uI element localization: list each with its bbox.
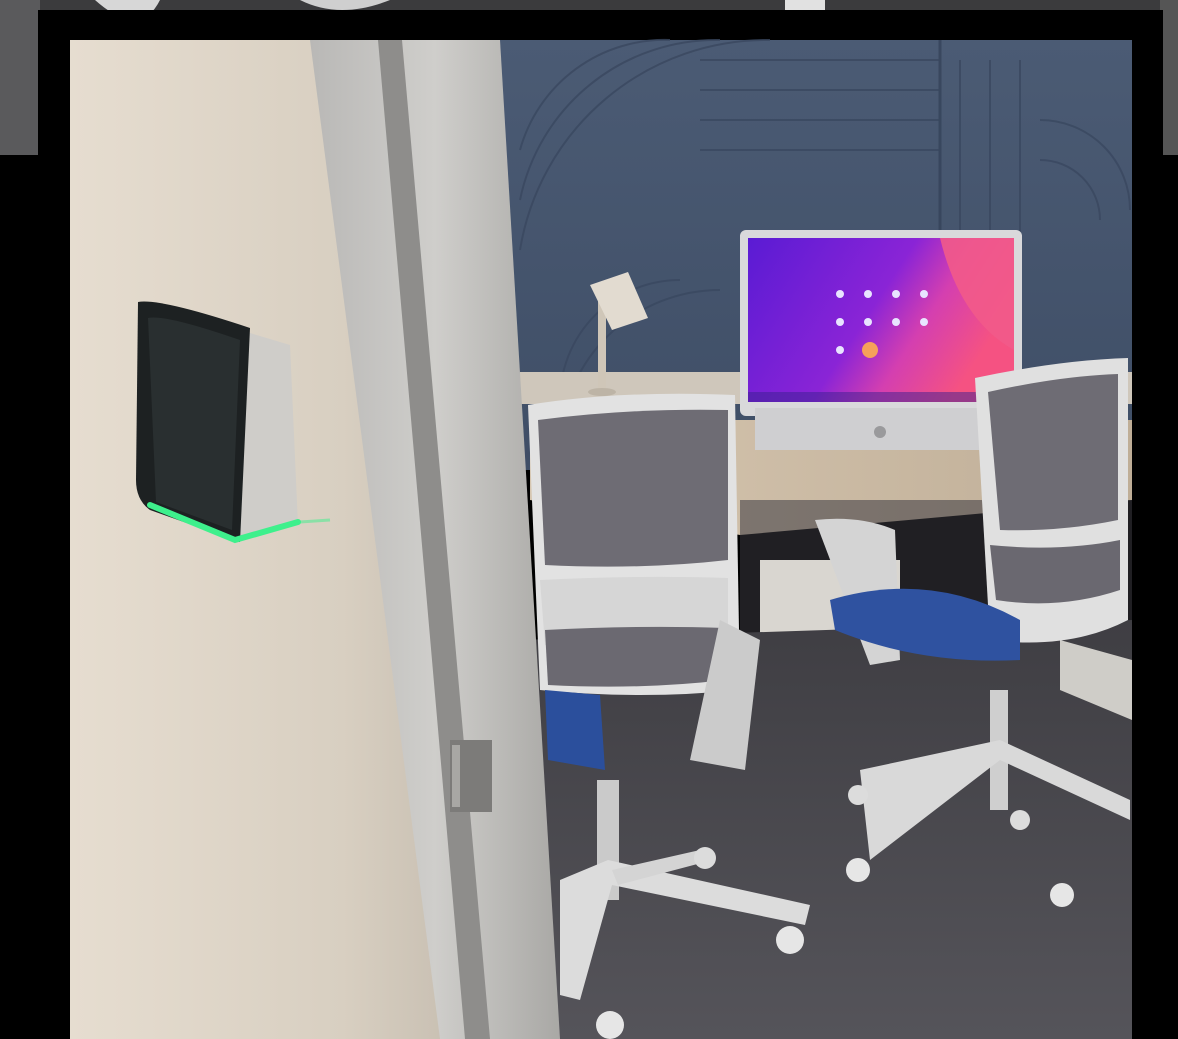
photo-area	[70, 38, 1132, 1039]
huddle-room-photo	[0, 0, 1178, 1039]
display-call-button-icon	[862, 342, 878, 358]
display-logo-icon	[874, 426, 886, 438]
